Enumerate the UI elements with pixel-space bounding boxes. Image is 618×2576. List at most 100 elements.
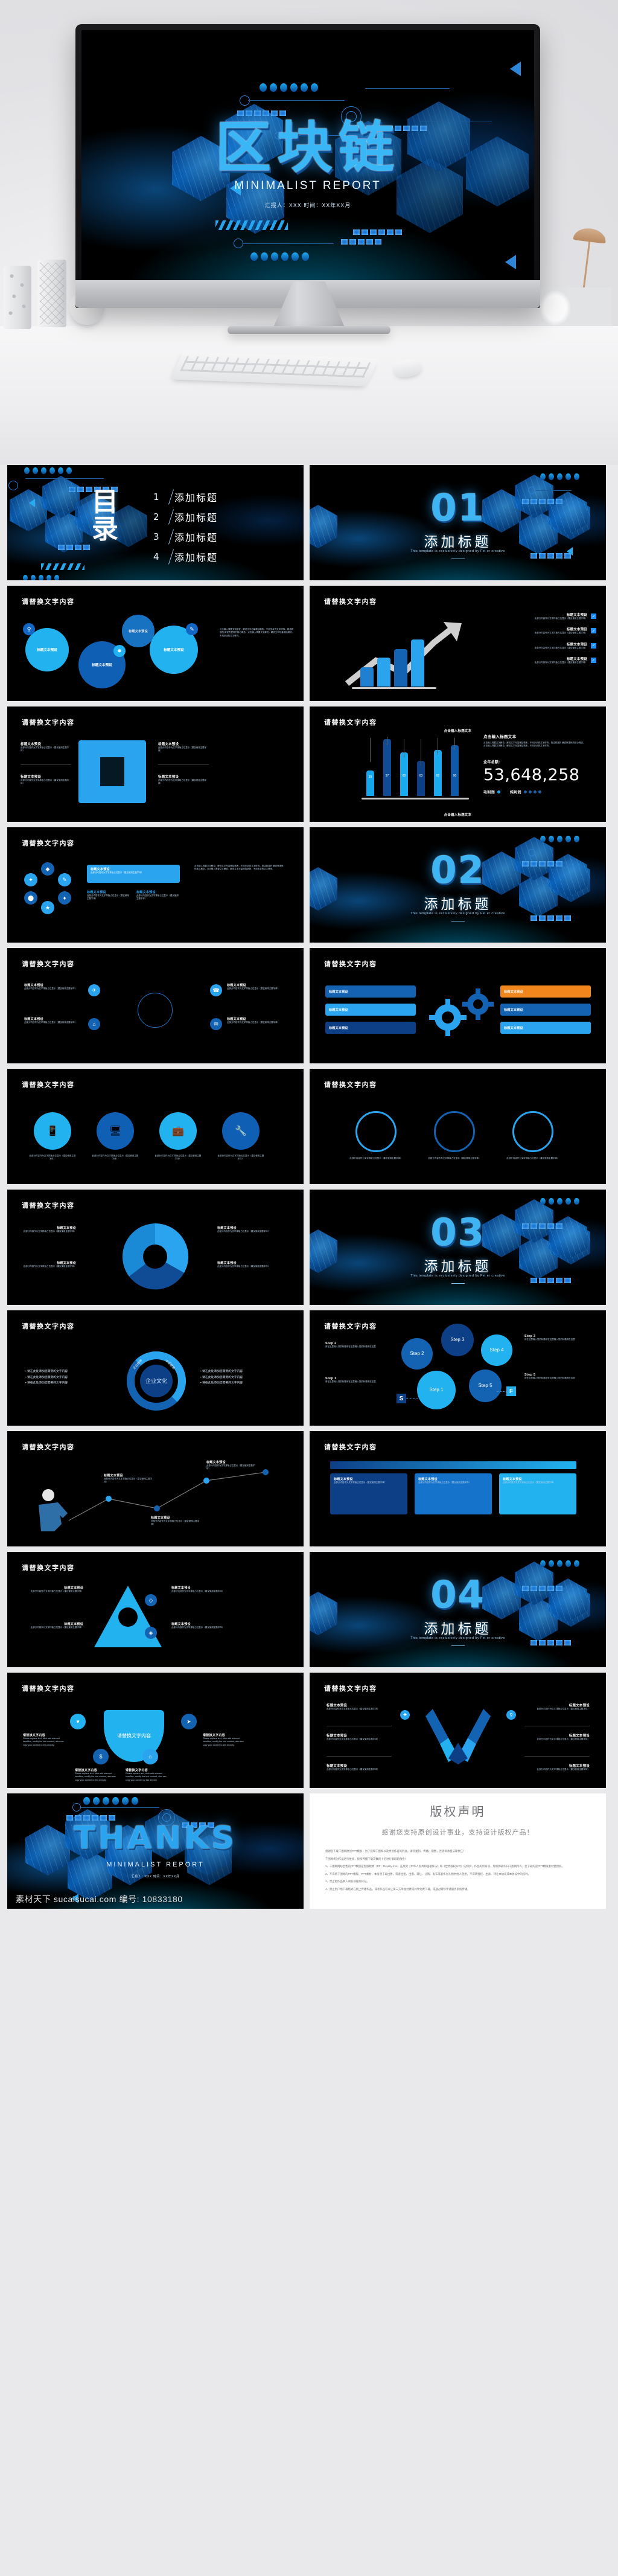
section-rule (451, 1283, 465, 1284)
bar-right-2[interactable]: 标题文本预设 (500, 1004, 591, 1016)
hero-mockup: 区块链 MINIMALIST REPORT 汇报人：XXX 时间：XX年XX月 (0, 0, 618, 465)
item-body: 此部分内容作为文字排版占位显示（建议使用主题字体） (24, 1021, 77, 1024)
bar-label: 标题文本预设 (504, 1008, 523, 1012)
item-body: 此部分内容作为文字排版占位显示（建议使用主题字体） (136, 894, 179, 900)
item-body: 此部分内容作为文字排版占位显示（建议使用主题字体） (327, 1708, 380, 1710)
hero-title: 区块链 (215, 115, 400, 180)
item-title: 标题文本预设 (217, 1226, 237, 1230)
bar-right-3[interactable]: 标题文本预设 (500, 1022, 591, 1034)
growth-items: 标题文本预设 此部分内容作为文字排版占位显示（建议使用主题字体） ✓ 标题文本预… (488, 612, 596, 664)
slide-devices[interactable]: 请替换文字内容 📱 🖥 💼 🔧 此部分内容作为文字排版占位显示（建议使用主题字体… (7, 1069, 304, 1184)
item-body: Please replace text, click add relevant … (23, 1737, 64, 1746)
item-title: 标题文本预设 (327, 1764, 348, 1768)
toc-number: 2 (153, 511, 159, 522)
slide-bar-chart[interactable]: 请替换文字内容 点击输入标题文本 39 97 80 63 82 90 点击输入标… (310, 706, 606, 822)
slide-heading: 请替换文字内容 (22, 719, 75, 726)
card-title: 标题文本预设 (334, 1478, 353, 1481)
card-1[interactable]: 标题文本预设 此部分内容作为文字排版占位显示（建议使用主题字体） (330, 1473, 407, 1514)
card-3[interactable]: 标题文本预设 此部分内容作为文字排版占位显示（建议使用主题字体） (499, 1473, 576, 1514)
ring-2[interactable] (434, 1111, 475, 1152)
edit-icon: ✎ (186, 623, 198, 635)
list-item[interactable]: 1 添加标题 (153, 487, 283, 507)
slide-blue-cards[interactable]: 请替换文字内容 标题文本预设 此部分内容作为文字排版占位显示（建议使用主题字体）… (310, 1431, 606, 1546)
slide-heading: 请替换文字内容 (22, 1685, 75, 1693)
bar-right-1[interactable]: 标题文本预设 (500, 985, 591, 998)
slide-triangle[interactable]: 请替换文字内容 ◇ ◈ 标题文本预设 此部分内容作为文字排版占位显示（建议使用主… (7, 1552, 304, 1667)
puzzle-icon (78, 740, 146, 803)
item-body: 此部分内容作为文字排版占位显示（建议使用主题字体） (327, 1738, 380, 1740)
copyright-paragraph: 4、禁止用户用下载格式在网上传播作品，或者作品可以让第三方单独付费或共享免费下载… (325, 1887, 470, 1891)
item-body: 此部分内容作为文字排版占位显示（建议使用主题字体） (227, 1021, 280, 1024)
slide-section-03[interactable]: 03 添加标题 This template is exclusively des… (310, 1190, 606, 1305)
slide-heading: 请替换文字内容 (324, 598, 377, 606)
slide-heading: 请替换文字内容 (324, 961, 377, 968)
bar-left-2[interactable]: 标题文本预设 (325, 1004, 416, 1016)
slide-hex-circle[interactable]: 请替换文字内容 ◆ ✎ ♦ ★ ⬤ ✦ 标题文本预设 此部分内容作为文字排版占位… (7, 827, 304, 943)
vee-text-5: 标题文本预设 此部分内容作为文字排版占位显示（建议使用主题字体） (524, 1733, 590, 1741)
slide-pie[interactable]: 请替换文字内容 标题文本预设 此部分内容作为文字排版占位显示（建议使用主题字体）… (7, 1190, 304, 1305)
total-value: 53,648,258 (483, 765, 580, 784)
device-2[interactable]: 🖥 (97, 1112, 134, 1150)
slide-row-8: 请替换文字内容 企业文化 企业精神 企业愿景 ▪ 请在此处添加您需要的文字内容 … (7, 1310, 611, 1426)
step-5[interactable]: Step 5 (469, 1370, 502, 1402)
slide-section-01[interactable]: 01 添加标题 This template is exclusively des… (310, 465, 606, 580)
slide-row-7: 请替换文字内容 标题文本预设 此部分内容作为文字排版占位显示（建议使用主题字体）… (7, 1190, 611, 1305)
section-subtitle: This template is exclusively designed by… (410, 1636, 505, 1640)
item-title: 标题文本预设 (327, 1704, 348, 1708)
slide-rings[interactable]: 请替换文字内容 此部分内容作为文字排版占位显示（建议使用主题字体） 此部分内容作… (310, 1069, 606, 1184)
slide-vee[interactable]: 请替换文字内容 ✚ ⚲ 标题文本预设 此部分内容作为文字排版占位显示（建议使用主… (310, 1673, 606, 1788)
section-number: 04 (430, 1572, 485, 1616)
bar-left-3[interactable]: 标题文本预设 (325, 1022, 416, 1034)
item-body: 此部分内容作为文字排版占位显示（建议使用主题字体） (21, 779, 69, 785)
slide-culture[interactable]: 请替换文字内容 企业文化 企业精神 企业愿景 ▪ 请在此处添加您需要的文字内容 … (7, 1310, 304, 1426)
device-4[interactable]: 🔧 (222, 1112, 260, 1150)
item-body: 请在这里输入您的标题请在这里输入您的标题请在这里 (524, 1338, 575, 1341)
bar-label: 标题文本预设 (329, 1026, 348, 1030)
slide-row-6: 请替换文字内容 📱 🖥 💼 🔧 此部分内容作为文字排版占位显示（建议使用主题字体… (7, 1069, 611, 1184)
step-text-left-2: Step 1 请在这里输入您的标题请在这里输入您的标题请在这里 (325, 1377, 386, 1383)
slide-copyright[interactable]: 版权声明 感谢您支持原创设计事业，支持设计版权产品！ 感谢您下载千图网原创PPT… (310, 1793, 606, 1909)
step-2[interactable]: Step 2 (401, 1338, 433, 1370)
card-2[interactable]: 标题文本预设 此部分内容作为文字排版占位显示（建议使用主题字体） (415, 1473, 492, 1514)
slide-fan[interactable]: 请替换文字内容 请替换文字内容 ♥ ➤ $ ⌂ 请替换文字内容 Please r… (7, 1673, 304, 1788)
slide-bubbles[interactable]: 请替换文字内容 标题文本预设 ⚲ 标题文本预设 ✸ 标题文本预设 ✎ 标题文本预… (7, 586, 304, 701)
section-title: 添加标题 (424, 1621, 492, 1636)
stripe-bar (215, 220, 288, 230)
slide-puzzle[interactable]: 请替换文字内容 标题文本预设 此部分内容作为文字排版占位显示（建议使用主题字体）… (7, 706, 304, 822)
slide-section-04[interactable]: 04 添加标题 This template is exclusively des… (310, 1552, 606, 1667)
slide-growth[interactable]: 请替换文字内容 标题文本预设 此部分内容作为文字排版占位显示（建议使用主题字体） (310, 586, 606, 701)
ring-1[interactable] (355, 1111, 397, 1152)
slide-icon-ring[interactable]: 请替换文字内容 ✈ ⌂ ☎ ✉ 标题文本预设 此部分内容作为文字排版占位显示（建… (7, 948, 304, 1063)
ring-caption-3: 此部分内容作为文字排版占位显示（建议使用主题字体） (506, 1157, 559, 1159)
section-title: 添加标题 (424, 1258, 492, 1274)
step-3[interactable]: Step 3 (441, 1324, 474, 1356)
list-item[interactable]: 2 添加标题 (153, 507, 283, 527)
timeline-node-3: 标题文本预设 此部分内容作为文字排版占位显示（建议使用主题字体） (206, 1460, 257, 1471)
bubble-4[interactable]: 标题文本预设 (122, 615, 154, 647)
ring-3[interactable] (512, 1111, 553, 1152)
slide-thanks[interactable]: THANKS MINIMALIST REPORT 汇报人：XXX 时间：XX年X… (7, 1793, 304, 1909)
ring-text-2: 标题文本预设 此部分内容作为文字排版占位显示（建议使用主题字体） (24, 1017, 82, 1024)
step-4[interactable]: Step 4 (481, 1334, 512, 1366)
toc-label: 添加标题 (174, 493, 218, 504)
step-1[interactable]: Step 1 (417, 1371, 456, 1409)
right-body: 点击输入简要文字解说，解说文字尽量概括精炼，不用多余的文字修饰。简洁精准的 解说… (483, 742, 585, 748)
item-title: 标题文本预设 (327, 1734, 348, 1738)
contents-heading: 目录 (92, 487, 118, 544)
copyright-paragraph: 3、禁止把作品纳入商标或服务标记。 (325, 1880, 369, 1883)
device-1[interactable]: 📱 (34, 1112, 71, 1150)
list-item[interactable]: 4 添加标题 (153, 546, 283, 566)
slide-gears[interactable]: 请替换文字内容 标题文本预设 标题文本预设 标题文本预设 标题文本预设 标题文本… (310, 948, 606, 1063)
slide-section-02[interactable]: 02 添加标题 This template is exclusively des… (310, 827, 606, 943)
tri-text-1: 标题文本预设 此部分内容作为文字排版占位显示（建议使用主题字体） (25, 1586, 83, 1593)
bar-left-1[interactable]: 标题文本预设 (325, 985, 416, 998)
bubble-1[interactable]: 标题文本预设 (25, 628, 69, 671)
legend-dot-2 (523, 790, 541, 793)
slide-person-timeline[interactable]: 请替换文字内容 标题文本预设 此部分内容作为文字排版占位显示（建议使用主题字体） (7, 1431, 304, 1546)
device-3[interactable]: 💼 (159, 1112, 197, 1150)
slide-contents[interactable]: 目录 1 添加标题 2 添加标题 3 添加标题 4 添加标题 (7, 465, 304, 580)
item-body: 此部分内容作为文字排版占位显示（建议使用主题字体） (217, 1265, 270, 1267)
list-item[interactable]: 3 添加标题 (153, 527, 283, 546)
vee-icon (425, 1709, 491, 1764)
slide-steps[interactable]: 请替换文字内容 S Step 1 Step 2 Step 3 Step 4 St… (310, 1310, 606, 1426)
